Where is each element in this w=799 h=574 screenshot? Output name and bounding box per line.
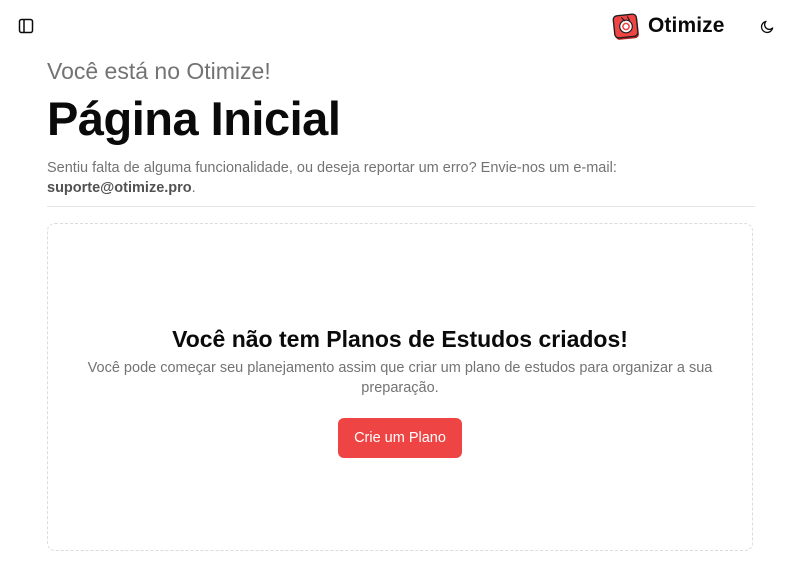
empty-state-description: Você pode começar seu planejamento assim… (87, 360, 713, 396)
header-divider (47, 206, 755, 207)
brand[interactable]: Otimize (612, 11, 725, 41)
support-suffix: . (191, 180, 196, 196)
panel-left-icon (18, 18, 34, 34)
home-page: Otimize Você está no Otimize! Página Ini… (0, 0, 799, 574)
page-subtitle: Você está no Otimize! (47, 58, 271, 84)
create-plan-button[interactable]: Crie um Plano (338, 418, 462, 458)
moon-icon (760, 20, 773, 33)
otimize-logo-icon (612, 12, 639, 40)
empty-state-title: Você não tem Planos de Estudos criados! (172, 326, 628, 352)
theme-toggle-button[interactable] (756, 15, 778, 37)
brand-name: Otimize (648, 14, 725, 37)
support-message: Sentiu falta de alguma funcionalidade, o… (47, 158, 755, 198)
page-title: Página Inicial (47, 92, 341, 145)
empty-state-card: Você não tem Planos de Estudos criados! … (47, 223, 753, 551)
sidebar-toggle-button[interactable] (14, 14, 38, 38)
page-header: Você está no Otimize! Página Inicial Sen… (47, 56, 755, 198)
top-bar: Otimize (0, 0, 799, 54)
support-text: Sentiu falta de alguma funcionalidade, o… (47, 160, 617, 176)
support-email-link[interactable]: suporte@otimize.pro (47, 180, 192, 196)
